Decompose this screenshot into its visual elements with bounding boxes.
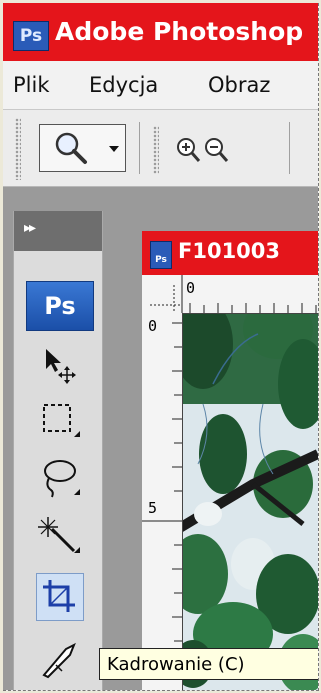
slice-tool[interactable] (36, 635, 84, 681)
zoom-out-icon (205, 138, 229, 162)
tool-preset-picker[interactable] (39, 124, 105, 172)
rectangular-marquee-tool[interactable] (36, 397, 84, 443)
horizontal-ruler-ticks (150, 275, 317, 313)
app-logo: Ps (13, 21, 49, 51)
document-canvas[interactable] (183, 314, 318, 690)
app-title: Adobe Photoshop (55, 17, 304, 46)
toolbox-ps-badge[interactable]: Ps (26, 281, 94, 331)
photo-image (183, 314, 318, 690)
h-ruler-label: 0 (186, 279, 196, 297)
options-separator-2 (289, 122, 290, 174)
options-bar (3, 110, 318, 187)
crop-tool[interactable] (36, 573, 84, 621)
document-icon: Ps (150, 241, 172, 269)
menu-edit[interactable]: Edycja (89, 73, 158, 97)
toolbox-header[interactable]: ▸▸ (14, 211, 102, 251)
crop-tool-tooltip: Kadrowanie (C) (99, 648, 318, 680)
document-window: 0 0 5 (142, 275, 318, 690)
menu-image[interactable]: Obraz (208, 73, 270, 97)
vertical-ruler[interactable]: 0 5 (142, 313, 183, 690)
menu-bar: Plik Edycja Obraz (3, 61, 318, 110)
options-separator (139, 122, 140, 174)
toolbox-panel: ▸▸ Ps (13, 211, 103, 690)
document-title: F101003 (178, 239, 281, 263)
document-tab[interactable]: Ps F101003 (142, 231, 318, 275)
tool-preset-dropdown[interactable] (103, 124, 126, 172)
photoshop-window: Ps Adobe Photoshop Plik Edycja Obraz ▸▸ … (3, 3, 319, 691)
horizontal-ruler[interactable]: 0 (142, 275, 318, 314)
move-tool[interactable] (36, 341, 84, 387)
options-grip-2 (153, 126, 159, 174)
options-bar-grip[interactable] (15, 118, 21, 180)
slice-icon (42, 642, 76, 679)
rectangular-marquee-icon (43, 404, 80, 437)
crop-icon (43, 580, 75, 612)
zoom-in-button[interactable] (175, 136, 201, 164)
zoom-out-button[interactable] (203, 136, 229, 164)
chevron-down-icon (109, 146, 119, 152)
magic-wand-tool[interactable] (36, 513, 84, 559)
lasso-tool[interactable] (36, 455, 84, 501)
title-bar: Ps Adobe Photoshop (3, 3, 318, 61)
v-ruler-label-5: 5 (148, 499, 158, 517)
zoom-tool-icon (55, 132, 87, 164)
move-icon (46, 349, 76, 384)
menu-file[interactable]: Plik (13, 73, 50, 97)
zoom-in-icon (177, 138, 201, 162)
lasso-icon (44, 460, 80, 498)
v-ruler-label-0: 0 (148, 317, 158, 335)
magic-wand-icon (38, 517, 80, 553)
expand-panel-icon[interactable]: ▸▸ (24, 220, 36, 236)
